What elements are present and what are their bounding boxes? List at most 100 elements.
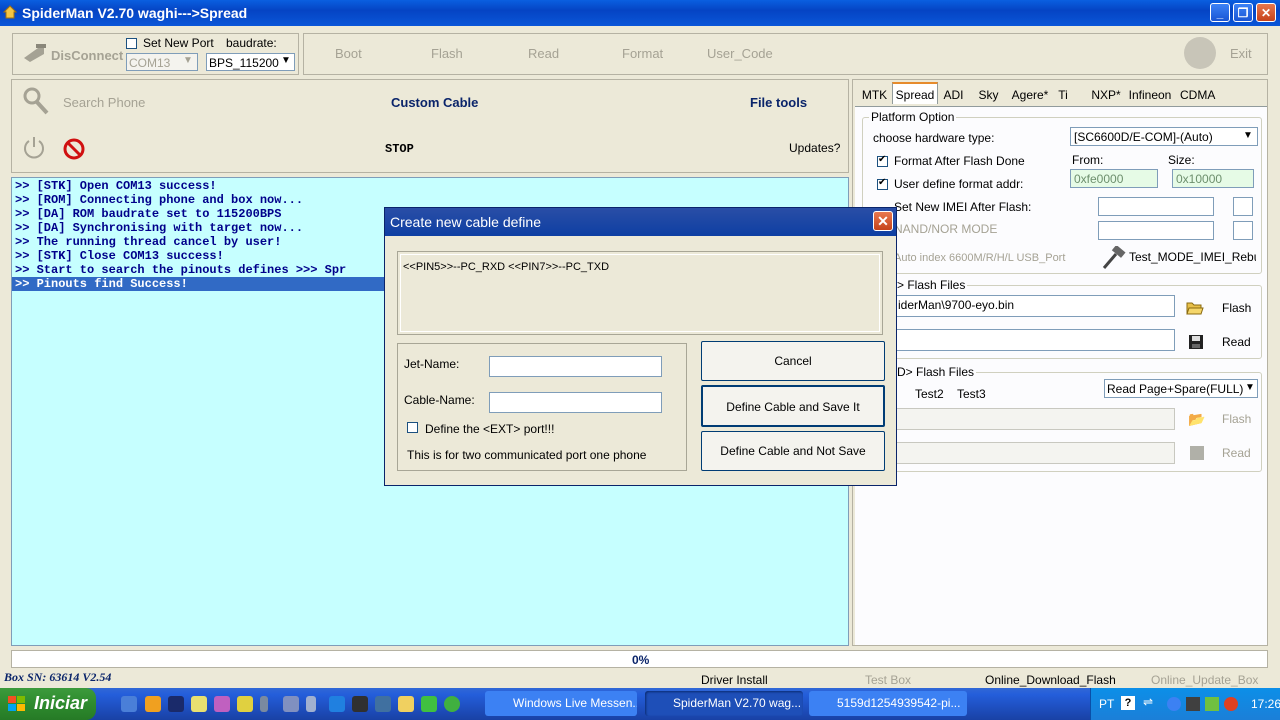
tab-agere[interactable]: Agere*: [1010, 84, 1050, 106]
maximize-button[interactable]: ❐: [1233, 3, 1253, 22]
format-button[interactable]: Format: [622, 46, 663, 61]
quicklaunch-icon[interactable]: [329, 696, 345, 712]
cable-name-label: Cable-Name:: [404, 393, 475, 407]
quicklaunch-icon[interactable]: [306, 696, 316, 712]
flash-button[interactable]: Flash: [431, 46, 463, 61]
taskbar-item-spiderman[interactable]: SpiderMan V2.70 wag...: [645, 691, 803, 716]
format-after-flash-checkbox[interactable]: [877, 154, 888, 167]
windows-logo-icon: [8, 696, 25, 712]
tab-sky[interactable]: Sky: [975, 84, 1002, 106]
power-icon[interactable]: [22, 135, 46, 159]
close-button[interactable]: ✕: [1256, 3, 1276, 22]
ext-port-label: Define the <EXT> port!!!: [425, 422, 555, 436]
tab-spread[interactable]: Spread: [892, 82, 938, 104]
imei-input-1[interactable]: [1098, 197, 1214, 216]
stop-button[interactable]: STOP: [385, 142, 414, 156]
quicklaunch-icon[interactable]: [168, 696, 184, 712]
home-icon[interactable]: [191, 696, 207, 712]
baudrate-select[interactable]: BPS_115200 ▼: [206, 53, 295, 71]
tab-infineon[interactable]: Infineon: [1128, 84, 1172, 106]
start-button[interactable]: Iniciar: [0, 688, 96, 720]
tab-ti[interactable]: Ti: [1055, 84, 1071, 106]
define-and-save-button[interactable]: Define Cable and Save It: [701, 385, 885, 427]
stop-icon[interactable]: [62, 137, 86, 161]
test-box-link[interactable]: Test Box: [865, 673, 911, 687]
file-tools-button[interactable]: File tools: [750, 95, 807, 110]
size-label: Size:: [1168, 153, 1195, 167]
tray-icon[interactable]: [1224, 697, 1238, 711]
quicklaunch-icon[interactable]: [121, 696, 137, 712]
online-download-link[interactable]: Online_Download_Flash: [985, 673, 1116, 687]
from-address-input[interactable]: 0xfe0000: [1070, 169, 1158, 188]
folder-open-icon[interactable]: [1186, 300, 1204, 316]
quicklaunch-icon[interactable]: [375, 696, 391, 712]
cancel-button[interactable]: Cancel: [701, 341, 885, 381]
disconnect-button[interactable]: DisConnect: [51, 48, 123, 63]
read-file-button[interactable]: Read: [1222, 335, 1251, 349]
note-text: This is for two communicated port one ph…: [407, 448, 647, 462]
read-file-input[interactable]: [895, 329, 1175, 351]
test-mode-imei-button[interactable]: Test_MODE_IMEI_Rebuild: [1129, 250, 1256, 264]
driver-install-link[interactable]: Driver Install: [701, 673, 768, 687]
boot-button[interactable]: Boot: [335, 46, 362, 61]
tab-adi[interactable]: ADI: [940, 84, 967, 106]
ext-port-checkbox[interactable]: [407, 422, 418, 433]
pin-definition-box: <<PIN5>>--PC_RXD <<PIN7>>--PC_TXD: [397, 251, 883, 335]
quicklaunch-icon[interactable]: [145, 696, 161, 712]
language-indicator[interactable]: PT: [1099, 697, 1114, 711]
folder-open-icon[interactable]: 📂: [1188, 411, 1205, 428]
taskbar-item-messenger[interactable]: Windows Live Messen...: [485, 691, 637, 716]
custom-cable-button[interactable]: Custom Cable: [391, 95, 478, 110]
set-new-imei-label: Set New IMEI After Flash:: [894, 200, 1032, 214]
quicklaunch-icon[interactable]: [214, 696, 230, 712]
user-define-format-checkbox[interactable]: [877, 177, 888, 190]
help-icon[interactable]: ?: [1121, 696, 1135, 710]
size-input[interactable]: 0x10000: [1172, 169, 1254, 188]
tray-chevron-icon[interactable]: [1167, 697, 1181, 711]
tray-icon[interactable]: [1186, 697, 1200, 711]
folder-icon[interactable]: [398, 696, 414, 712]
dialog-close-button[interactable]: ✕: [873, 211, 893, 231]
jet-name-input[interactable]: [489, 356, 662, 377]
gear-icon[interactable]: [283, 696, 299, 712]
flash-file-value: iderMan\9700-eyo.bin: [898, 298, 1015, 312]
imei-input-2[interactable]: [1233, 197, 1253, 216]
tab-cdma[interactable]: CDMA: [1180, 84, 1215, 106]
exit-button[interactable]: Exit: [1230, 46, 1252, 61]
search-phone-button[interactable]: Search Phone: [63, 95, 145, 110]
quicklaunch-icon[interactable]: [352, 696, 368, 712]
tray-icon[interactable]: [1205, 697, 1219, 711]
tab-nxp[interactable]: NXP*: [1090, 84, 1122, 106]
tab-mtk[interactable]: MTK: [859, 84, 890, 106]
define-not-save-button[interactable]: Define Cable and Not Save: [701, 431, 885, 471]
set-new-port-checkbox[interactable]: [126, 38, 137, 49]
taskbar-item-browser[interactable]: 5159d1254939542-pi...: [809, 691, 967, 716]
nand-read-file-input[interactable]: [895, 442, 1175, 464]
port-select[interactable]: COM13 ▼: [126, 53, 198, 71]
hardware-type-select[interactable]: [SC6600D/E-COM]-(Auto) ▼: [1070, 127, 1258, 146]
save-icon[interactable]: [1188, 334, 1204, 350]
quicklaunch-icon[interactable]: [444, 696, 460, 712]
read-mode-select[interactable]: Read Page+Spare(FULL) ▼: [1104, 379, 1258, 398]
read-button[interactable]: Read: [528, 46, 559, 61]
minimize-button[interactable]: _: [1210, 3, 1230, 22]
hammer-icon[interactable]: [1100, 244, 1126, 270]
network-icon[interactable]: ⇌: [1143, 695, 1153, 709]
quicklaunch-icon[interactable]: [237, 696, 253, 712]
back-arrow-icon[interactable]: [421, 696, 437, 712]
format-after-flash-label: Format After Flash Done: [894, 154, 1025, 168]
save-icon[interactable]: [1190, 446, 1204, 460]
flash-file-button[interactable]: Flash: [1222, 301, 1251, 315]
flash-file-input[interactable]: iderMan\9700-eyo.bin: [895, 295, 1175, 317]
updates-link[interactable]: Updates?: [789, 141, 840, 155]
cable-name-input[interactable]: [489, 392, 662, 413]
dialog-title: Create new cable define: [390, 214, 541, 230]
imei-input-4[interactable]: [1233, 221, 1253, 240]
nand-read-button[interactable]: Read: [1222, 446, 1251, 460]
imei-input-3[interactable]: [1098, 221, 1214, 240]
nand-flash-button[interactable]: Flash: [1222, 412, 1251, 426]
nand-flash-file-input[interactable]: [895, 408, 1175, 430]
online-update-link[interactable]: Online_Update_Box: [1151, 673, 1258, 687]
quicklaunch-icon[interactable]: [260, 696, 268, 712]
user-code-button[interactable]: User_Code: [707, 46, 773, 61]
